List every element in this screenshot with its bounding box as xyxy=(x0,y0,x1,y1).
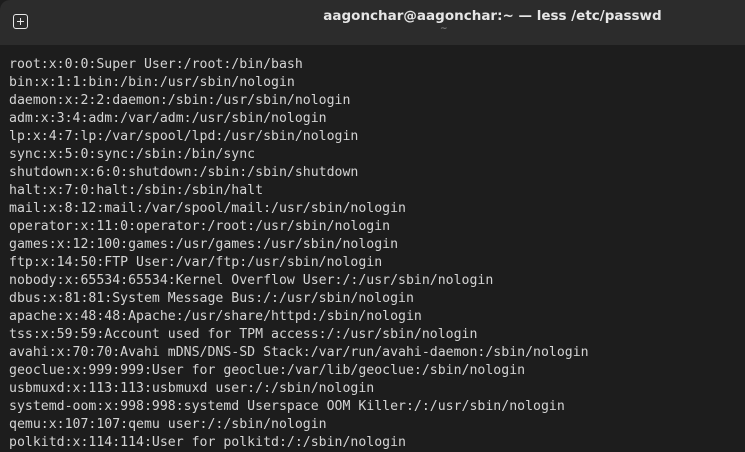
terminal-line: dbus:x:81:81:System Message Bus:/:/usr/s… xyxy=(9,291,414,306)
terminal-line: halt:x:7:0:halt:/sbin:/sbin/halt xyxy=(9,183,264,198)
terminal-line: mail:x:8:12:mail:/var/spool/mail:/usr/sb… xyxy=(9,201,406,216)
terminal-line: shutdown:x:6:0:shutdown:/sbin:/sbin/shut… xyxy=(9,165,359,180)
terminal-line: games:x:12:100:games:/usr/games:/usr/sbi… xyxy=(9,237,399,252)
terminal-line: usbmuxd:x:113:113:usbmuxd user:/:/sbin/n… xyxy=(9,381,375,396)
window-title: aagonchar@aagonchar:~ — less /etc/passwd xyxy=(323,8,662,24)
terminal-line: systemd-oom:x:998:998:systemd Userspace … xyxy=(9,399,565,414)
terminal-line: sync:x:5:0:sync:/sbin:/bin/sync xyxy=(9,147,256,162)
terminal-line: nobody:x:65534:65534:Kernel Overflow Use… xyxy=(9,273,494,288)
terminal-line: daemon:x:2:2:daemon:/sbin:/usr/sbin/nolo… xyxy=(9,93,351,108)
terminal-line: qemu:x:107:107:qemu user:/:/sbin/nologin xyxy=(9,417,327,432)
terminal-line: operator:x:11:0:operator:/root:/usr/sbin… xyxy=(9,219,391,234)
terminal-line: root:x:0:0:Super User:/root:/bin/bash xyxy=(9,57,303,72)
terminal-line: polkitd:x:114:114:User for polkitd:/:/sb… xyxy=(9,435,406,450)
window-subtitle: ~ xyxy=(440,24,448,34)
terminal-line: lp:x:4:7:lp:/var/spool/lpd:/usr/sbin/nol… xyxy=(9,129,359,144)
terminal-line: avahi:x:70:70:Avahi mDNS/DNS-SD Stack:/v… xyxy=(9,345,589,360)
terminal-line: tss:x:59:59:Account used for TPM access:… xyxy=(9,327,478,342)
terminal-line: bin:x:1:1:bin:/bin:/usr/sbin/nologin xyxy=(9,75,295,90)
terminal-line: ftp:x:14:50:FTP User:/var/ftp:/usr/sbin/… xyxy=(9,255,383,270)
new-tab-plus-icon[interactable] xyxy=(13,14,28,29)
terminal-line: apache:x:48:48:Apache:/usr/share/httpd:/… xyxy=(9,309,422,324)
terminal-output[interactable]: root:x:0:0:Super User:/root:/bin/bash bin… xyxy=(9,56,589,452)
terminal-line: geoclue:x:999:999:User for geoclue:/var/… xyxy=(9,363,526,378)
title-bar[interactable]: aagonchar@aagonchar:~ — less /etc/passwd… xyxy=(0,0,745,45)
terminal-line: adm:x:3:4:adm:/var/adm:/usr/sbin/nologin xyxy=(9,111,327,126)
